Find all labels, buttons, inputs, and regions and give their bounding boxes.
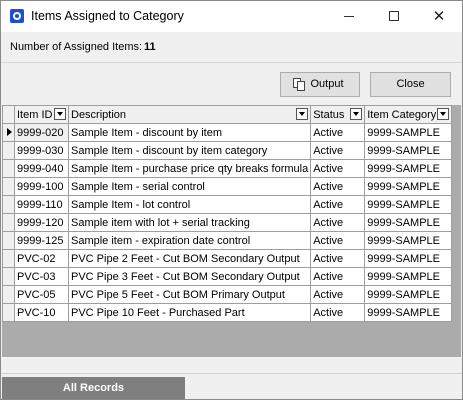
row-selector[interactable]: [2, 303, 15, 322]
cell-item-category[interactable]: 9999-SAMPLE: [364, 177, 453, 196]
row-selector[interactable]: [2, 195, 15, 214]
cell-item-category[interactable]: 9999-SAMPLE: [364, 249, 453, 268]
column-header-status[interactable]: Status: [310, 105, 366, 124]
table-row[interactable]: 9999-020 Sample Item - discount by item …: [2, 123, 453, 142]
column-header-item-id[interactable]: Item ID: [14, 105, 69, 124]
table-row[interactable]: PVC-05 PVC Pipe 5 Feet - Cut BOM Primary…: [2, 285, 453, 304]
cell-description[interactable]: PVC Pipe 3 Feet - Cut BOM Secondary Outp…: [67, 267, 312, 286]
cell-description[interactable]: PVC Pipe 2 Feet - Cut BOM Secondary Outp…: [67, 249, 312, 268]
status-bar: All Records: [1, 373, 462, 399]
document-output-icon: [293, 78, 305, 91]
row-selector[interactable]: [2, 159, 15, 178]
cell-status[interactable]: Active: [310, 195, 366, 214]
output-button[interactable]: Output: [280, 72, 360, 97]
cell-status[interactable]: Active: [310, 249, 366, 268]
cell-description[interactable]: Sample item with lot + serial tracking: [67, 213, 312, 232]
tab-all-records[interactable]: All Records: [2, 377, 185, 399]
table-row[interactable]: 9999-100 Sample Item - serial control Ac…: [2, 177, 453, 196]
table-row[interactable]: PVC-03 PVC Pipe 3 Feet - Cut BOM Seconda…: [2, 267, 453, 286]
maximize-icon: [389, 11, 399, 21]
cell-status[interactable]: Active: [310, 213, 366, 232]
table-row[interactable]: 9999-125 Sample item - expiration date c…: [2, 231, 453, 250]
row-selector-header: [2, 105, 15, 124]
app-icon: [10, 9, 24, 23]
table-header-row: Item ID Description Status Item Category: [2, 105, 453, 124]
cell-status[interactable]: Active: [310, 159, 366, 178]
cell-item-id[interactable]: PVC-03: [14, 267, 69, 286]
cell-description[interactable]: Sample Item - lot control: [67, 195, 312, 214]
cell-status[interactable]: Active: [310, 231, 366, 250]
minimize-button[interactable]: [326, 1, 372, 32]
table-row[interactable]: 9999-040 Sample Item - purchase price qt…: [2, 159, 453, 178]
cell-description[interactable]: Sample item - expiration date control: [67, 231, 312, 250]
cell-item-id[interactable]: PVC-05: [14, 285, 69, 304]
cell-item-id[interactable]: 9999-110: [14, 195, 69, 214]
cell-item-category[interactable]: 9999-SAMPLE: [364, 267, 453, 286]
table-row[interactable]: 9999-120 Sample item with lot + serial t…: [2, 213, 453, 232]
table-row[interactable]: PVC-10 PVC Pipe 10 Feet - Purchased Part…: [2, 303, 453, 322]
close-icon: ✕: [432, 8, 446, 25]
row-selector[interactable]: [2, 177, 15, 196]
table-row[interactable]: 9999-030 Sample Item - discount by item …: [2, 141, 453, 160]
row-selector[interactable]: [2, 141, 15, 160]
filter-dropdown-icon[interactable]: [437, 108, 450, 120]
close-button-label: Close: [396, 78, 425, 90]
toolbar-divider: [1, 62, 462, 63]
filter-dropdown-icon[interactable]: [350, 108, 363, 120]
row-selector[interactable]: [2, 213, 15, 232]
cell-status[interactable]: Active: [310, 177, 366, 196]
cell-item-id[interactable]: PVC-02: [14, 249, 69, 268]
cell-item-category[interactable]: 9999-SAMPLE: [364, 303, 453, 322]
output-button-label: Output: [310, 78, 344, 90]
cell-description[interactable]: Sample Item - serial control: [67, 177, 312, 196]
filter-dropdown-icon[interactable]: [296, 108, 309, 120]
row-selector[interactable]: [2, 249, 15, 268]
cell-status[interactable]: Active: [310, 267, 366, 286]
cell-description[interactable]: Sample Item - discount by item: [67, 123, 312, 142]
cell-status[interactable]: Active: [310, 303, 366, 322]
cell-item-id[interactable]: PVC-10: [14, 303, 69, 322]
cell-item-id[interactable]: 9999-100: [14, 177, 69, 196]
row-selector[interactable]: [2, 267, 15, 286]
cell-item-category[interactable]: 9999-SAMPLE: [364, 159, 453, 178]
cell-item-category[interactable]: 9999-SAMPLE: [364, 231, 453, 250]
cell-item-category[interactable]: 9999-SAMPLE: [364, 141, 453, 160]
table-row[interactable]: 9999-110 Sample Item - lot control Activ…: [2, 195, 453, 214]
cell-status[interactable]: Active: [310, 141, 366, 160]
cell-description[interactable]: PVC Pipe 10 Feet - Purchased Part: [67, 303, 312, 322]
cell-item-id[interactable]: 9999-020: [14, 123, 69, 142]
close-window-button[interactable]: ✕: [416, 1, 462, 32]
window-title: Items Assigned to Category: [31, 9, 184, 23]
cell-description[interactable]: Sample Item - discount by item category: [67, 141, 312, 160]
cell-description[interactable]: PVC Pipe 5 Feet - Cut BOM Primary Output: [67, 285, 312, 304]
cell-item-category[interactable]: 9999-SAMPLE: [364, 123, 453, 142]
items-assigned-window: Items Assigned to Category ✕ Number of A…: [0, 0, 463, 400]
cell-item-id[interactable]: 9999-040: [14, 159, 69, 178]
column-header-item-category[interactable]: Item Category: [364, 105, 453, 124]
cell-item-category[interactable]: 9999-SAMPLE: [364, 195, 453, 214]
filter-dropdown-icon[interactable]: [54, 108, 66, 120]
cell-status[interactable]: Active: [310, 123, 366, 142]
title-bar[interactable]: Items Assigned to Category ✕: [1, 1, 462, 32]
cell-item-category[interactable]: 9999-SAMPLE: [364, 213, 453, 232]
assigned-count-value: 11: [144, 41, 156, 53]
cell-description[interactable]: Sample Item - purchase price qty breaks …: [67, 159, 312, 178]
column-header-description[interactable]: Description: [67, 105, 312, 124]
row-selector[interactable]: [2, 285, 15, 304]
row-selector[interactable]: [2, 231, 15, 250]
items-table: Item ID Description Status Item Category…: [2, 105, 453, 322]
table-row[interactable]: PVC-02 PVC Pipe 2 Feet - Cut BOM Seconda…: [2, 249, 453, 268]
maximize-button[interactable]: [371, 1, 417, 32]
close-button[interactable]: Close: [370, 72, 451, 97]
cell-item-id[interactable]: 9999-030: [14, 141, 69, 160]
items-grid[interactable]: Item ID Description Status Item Category…: [2, 105, 461, 357]
current-row-pointer-icon: [2, 123, 15, 142]
cell-item-category[interactable]: 9999-SAMPLE: [364, 285, 453, 304]
cell-item-id[interactable]: 9999-125: [14, 231, 69, 250]
minimize-icon: [344, 16, 354, 17]
cell-status[interactable]: Active: [310, 285, 366, 304]
cell-item-id[interactable]: 9999-120: [14, 213, 69, 232]
assigned-count-label: Number of Assigned Items:: [10, 41, 143, 53]
